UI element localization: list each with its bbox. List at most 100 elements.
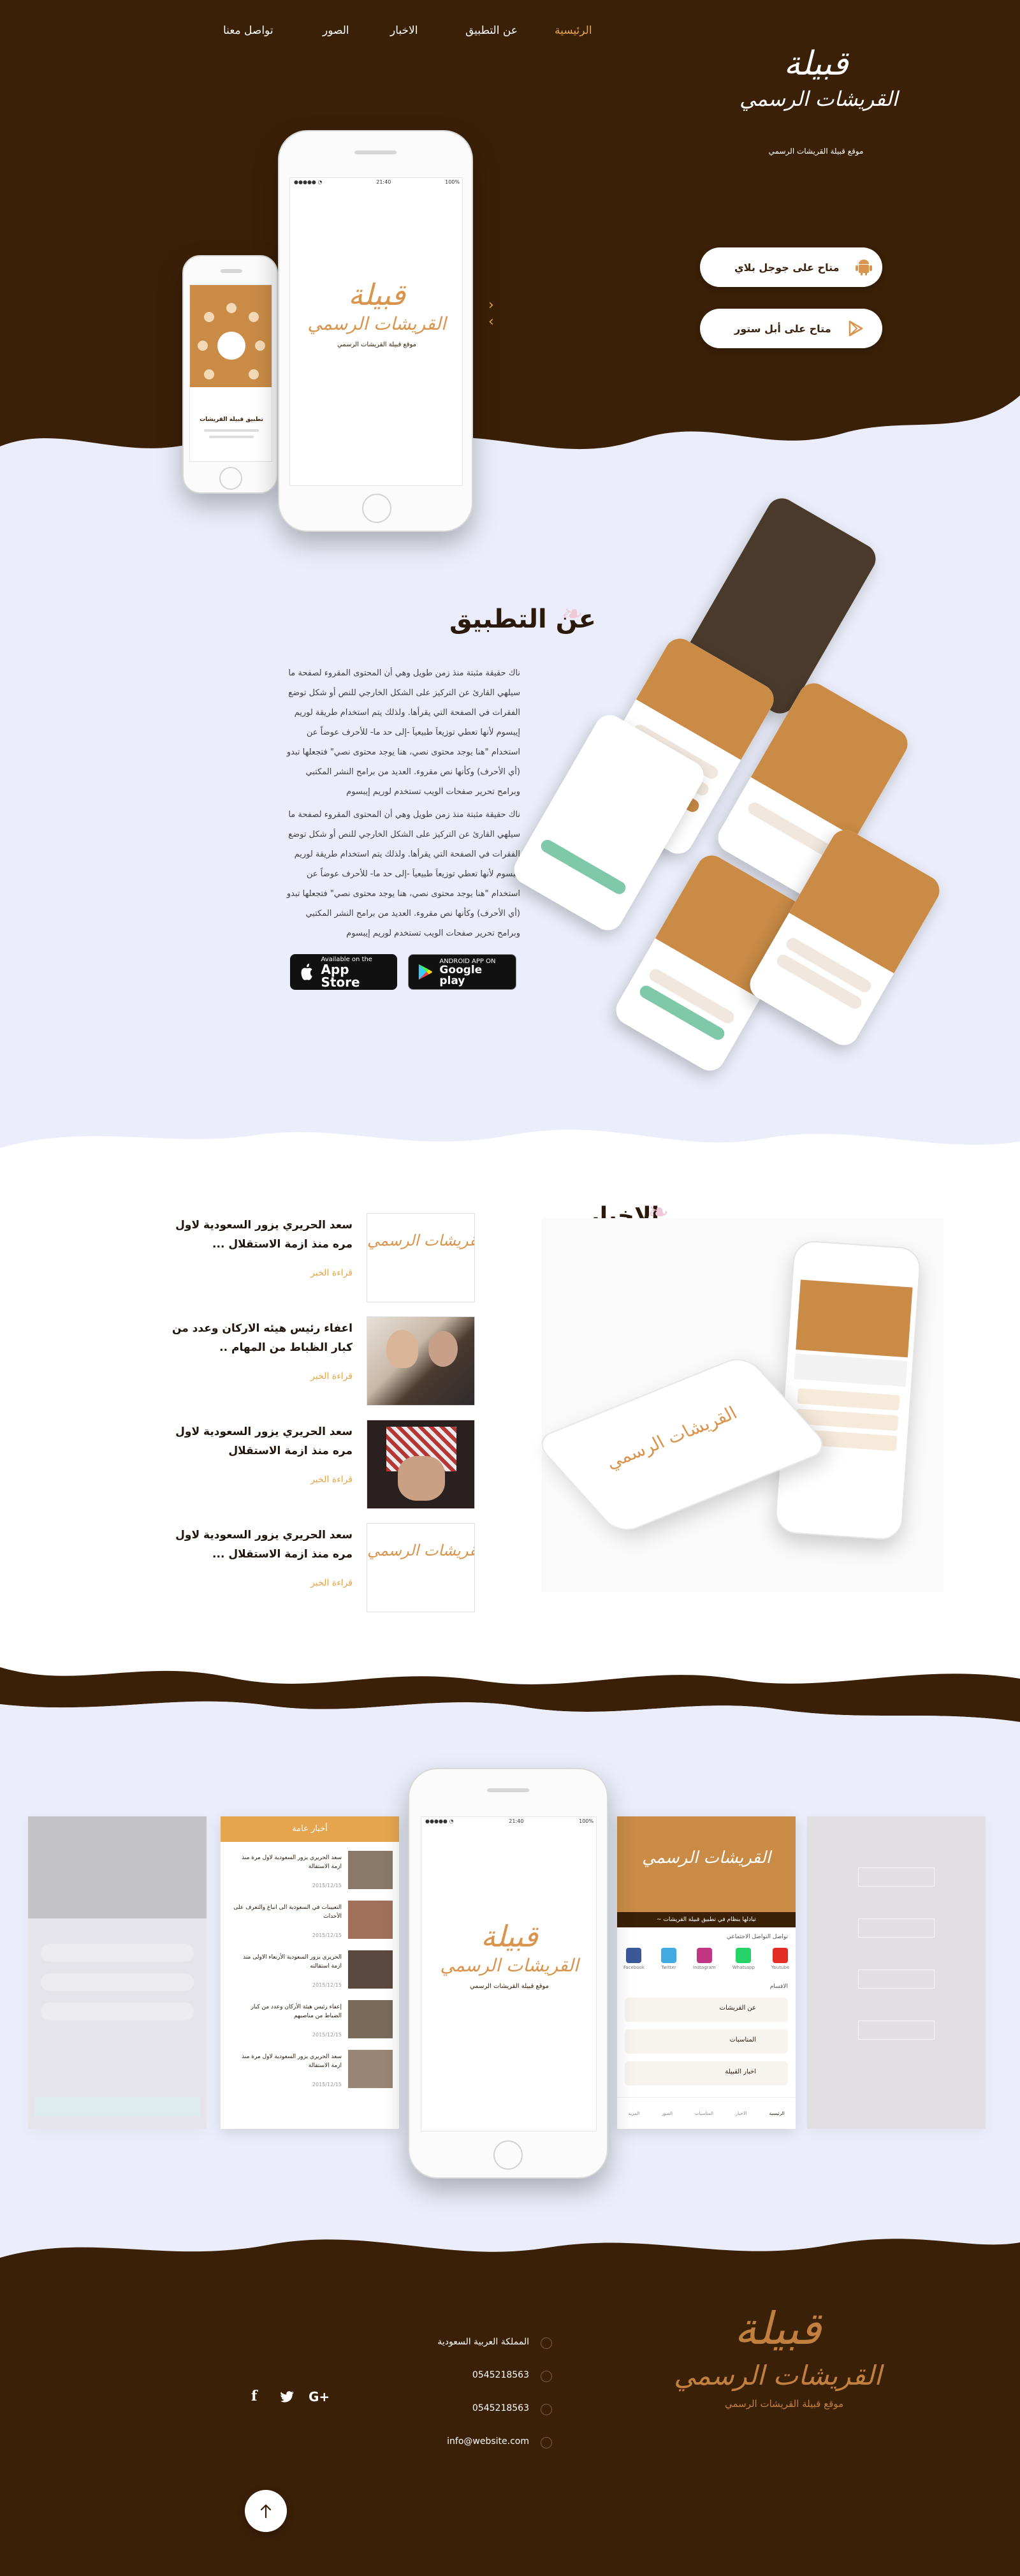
news-title-text[interactable]: سعد الحريري يزور السعودية لاول مره منذ ا… <box>161 1216 353 1254</box>
about-screens-collage <box>508 485 969 1097</box>
screens-top-wave <box>0 1667 1020 1722</box>
twitter-icon <box>660 1948 676 1963</box>
mail-icon <box>541 2437 552 2448</box>
nav-gallery[interactable]: الصور <box>323 24 349 37</box>
footer-tagline: موقع قبيلة القريشات الرسمي <box>724 2398 844 2410</box>
list-item[interactable]: سعد الحريري يزور السعودية لاول مرة منذ ا… <box>227 2050 393 2094</box>
app-store-badge[interactable]: Available on the App Store <box>290 954 397 990</box>
logo-line-2: القريشات الرسمي <box>740 87 898 111</box>
news-item[interactable]: اعفاء رئيس هيئه الاركان وعدد من كبار الظ… <box>169 1316 475 1406</box>
news-item[interactable]: سعد الحريري يزور السعودية لاول مره منذ ا… <box>169 1420 475 1509</box>
social-row: Facebook Twitter Instagram Whatsapp Yout… <box>623 1948 789 1970</box>
twitter-item[interactable]: Twitter <box>660 1948 676 1970</box>
sections-label: الاقسام <box>769 1984 788 1990</box>
tab-events[interactable]: المناسبات <box>695 2111 713 2116</box>
google-play-icon <box>418 964 432 980</box>
list-item-title: سعد الحريري يزور السعودية لاول مرة منذ ا… <box>242 2054 342 2069</box>
play-icon <box>849 320 863 337</box>
footer-logo[interactable]: قبيلة القريشات الرسمي موقع قبيلة القريشا… <box>663 2302 892 2430</box>
mockup-logo: القريشات الرسمي <box>598 1404 742 1473</box>
thumb-logo: القريشات الرسمي <box>367 1232 475 1249</box>
news-list-rows: سعد الحريري يزور السعودية لاول مرة منذ ا… <box>221 1842 399 2129</box>
whatsapp-item[interactable]: Whatsapp <box>732 1948 755 1970</box>
tab-bar: الرئيسية الاخبار المناسبات الصور المزيد <box>617 2097 796 2129</box>
list-item-date: 2015/12/15 <box>312 2082 342 2087</box>
home-screen-logo: القريشات الرسمي <box>642 1848 771 1867</box>
news-title-text[interactable]: سعد الحريري يزور السعودية لاول مره منذ ا… <box>161 1526 353 1564</box>
site-logo[interactable]: قبيلة القريشات الرسمي موقع قبيلة القريشا… <box>740 45 898 159</box>
list-item[interactable]: الحريري يزور السعودية الأربعاء الاولى من… <box>227 1950 393 1995</box>
news-thumb-logo[interactable]: القريشات الرسمي <box>367 1523 475 1612</box>
app-icons-graphic <box>190 303 272 406</box>
news-thumb-photo[interactable] <box>367 1420 475 1509</box>
instagram-label: Instagram <box>693 1965 716 1970</box>
logo-line-1: قبيلة <box>783 45 849 83</box>
mockup-phone-upright <box>774 1239 922 1542</box>
footer-country: المملكة العربية السعودية <box>437 2337 529 2347</box>
news-thumb-logo[interactable]: القريشات الرسمي <box>367 1213 475 1302</box>
read-more-link[interactable]: قراءة الخبر <box>310 1578 353 1588</box>
hero-section: الرئيسية عن التطبيق الاخبار الصور تواصل … <box>0 0 1020 532</box>
youtube-icon <box>773 1948 788 1963</box>
chevron-right-icon[interactable]: › <box>488 297 494 314</box>
news-title-text[interactable]: سعد الحريري يزور السعودية لاول مره منذ ا… <box>161 1422 353 1461</box>
app-store-pill[interactable]: متاح على أبل ستور <box>700 309 882 348</box>
thumb-logo: القريشات الرسمي <box>367 1542 475 1559</box>
footer-phone-2[interactable]: 0545218563 <box>472 2403 529 2413</box>
footer-email[interactable]: info@website.com <box>447 2436 529 2447</box>
list-item-title: سعد الحريري يزور السعودية لاول مرة منذ ا… <box>242 1855 342 1870</box>
twitter-icon[interactable] <box>280 2390 295 2403</box>
facebook-item[interactable]: Facebook <box>623 1948 645 1970</box>
news-item[interactable]: القريشات الرسمي سعد الحريري يزور السعودي… <box>169 1523 475 1612</box>
screen-home: القريشات الرسمي ~ تبادلها بنظام في تطبيق… <box>617 1816 796 2129</box>
android-icon <box>855 260 872 276</box>
screen-preview-right-faded <box>807 1816 986 2129</box>
tab-home[interactable]: الرئيسية <box>769 2111 784 2116</box>
screens-phone-screen: ●●●●● ◔ 21:40 100% قبيلة القريشات الرسمي… <box>421 1816 597 2131</box>
section-about[interactable]: عن القريشات <box>625 1998 788 2022</box>
scroll-top-button[interactable] <box>245 2490 287 2532</box>
news-item[interactable]: القريشات الرسمي سعد الحريري يزور السعودي… <box>169 1213 475 1302</box>
list-item[interactable]: إعفاء رئيس هيئة الأركان وعدد من كبار الض… <box>227 2000 393 2045</box>
main-phone-screen: ●●●●● ◔ 21:40 100% قبيلة القريشات الرسمي… <box>289 177 463 486</box>
news-thumb-photo[interactable] <box>367 1316 475 1406</box>
logo-tagline: موقع قبيلة القريشات الرسمي <box>768 147 864 156</box>
footer-phone-1[interactable]: 0545218563 <box>472 2370 529 2380</box>
google-play-big: Google play <box>439 963 483 987</box>
news-title-text[interactable]: اعفاء رئيس هيئه الاركان وعدد من كبار الظ… <box>161 1319 353 1357</box>
read-more-link[interactable]: قراءة الخبر <box>310 1475 353 1485</box>
nav-contact[interactable]: تواصل معنا <box>223 24 273 37</box>
status-time: 21:40 <box>376 179 391 185</box>
facebook-icon[interactable]: f <box>251 2388 257 2404</box>
nav-home[interactable]: الرئيسية <box>555 24 592 37</box>
slider-arrows[interactable]: › ‹ <box>488 297 494 330</box>
footer-logo-line-1: قبيلة <box>734 2302 822 2355</box>
google-play-label: متاح على جوجل بلاي <box>734 261 840 274</box>
read-more-link[interactable]: قراءة الخبر <box>310 1268 353 1278</box>
list-item[interactable]: سعد الحريري يزور السعودية لاول مرة منذ ا… <box>227 1851 393 1895</box>
tab-news[interactable]: الاخبار <box>736 2111 747 2116</box>
google-plus-icon[interactable]: G+ <box>309 2389 330 2404</box>
list-item[interactable]: التعيينات في السعودية الى انباع والتعرف … <box>227 1901 393 1945</box>
section-events[interactable]: المناسبات <box>625 2029 788 2054</box>
read-more-link[interactable]: قراءة الخبر <box>310 1371 353 1381</box>
news-list-header: أخبار عامة <box>221 1816 399 1842</box>
twitter-label: Twitter <box>661 1965 676 1970</box>
section-news[interactable]: اخبار القبيلة <box>625 2061 788 2086</box>
nav-about[interactable]: عن التطبيق <box>465 24 518 37</box>
list-item-date: 2015/12/15 <box>312 1982 342 1988</box>
tab-more[interactable]: المزيد <box>628 2111 639 2116</box>
news-phones-mockup: القريشات الرسمي <box>532 1218 943 1592</box>
list-item-title: إعفاء رئيس هيئة الأركان وعدد من كبار الض… <box>251 2004 342 2019</box>
hero-phone-main: ●●●●● ◔ 21:40 100% قبيلة القريشات الرسمي… <box>278 130 473 532</box>
tab-photos[interactable]: الصور <box>662 2111 673 2116</box>
google-play-badge[interactable]: ANDROID APP ON Google play <box>408 954 516 990</box>
nav-news[interactable]: الاخبار <box>390 24 418 37</box>
instagram-item[interactable]: Instagram <box>693 1948 716 1970</box>
google-play-pill[interactable]: متاح على جوجل بلاي <box>700 247 882 287</box>
chevron-left-icon[interactable]: ‹ <box>488 314 494 330</box>
small-phone-caption: تطبيق قبيلة القريشات <box>200 416 263 423</box>
about-paragraph-2: ناك حقيقة مثبتة منذ زمن طويل وهي أن المح… <box>286 810 520 938</box>
phone-icon <box>541 2371 552 2382</box>
youtube-item[interactable]: Youtube <box>771 1948 789 1970</box>
